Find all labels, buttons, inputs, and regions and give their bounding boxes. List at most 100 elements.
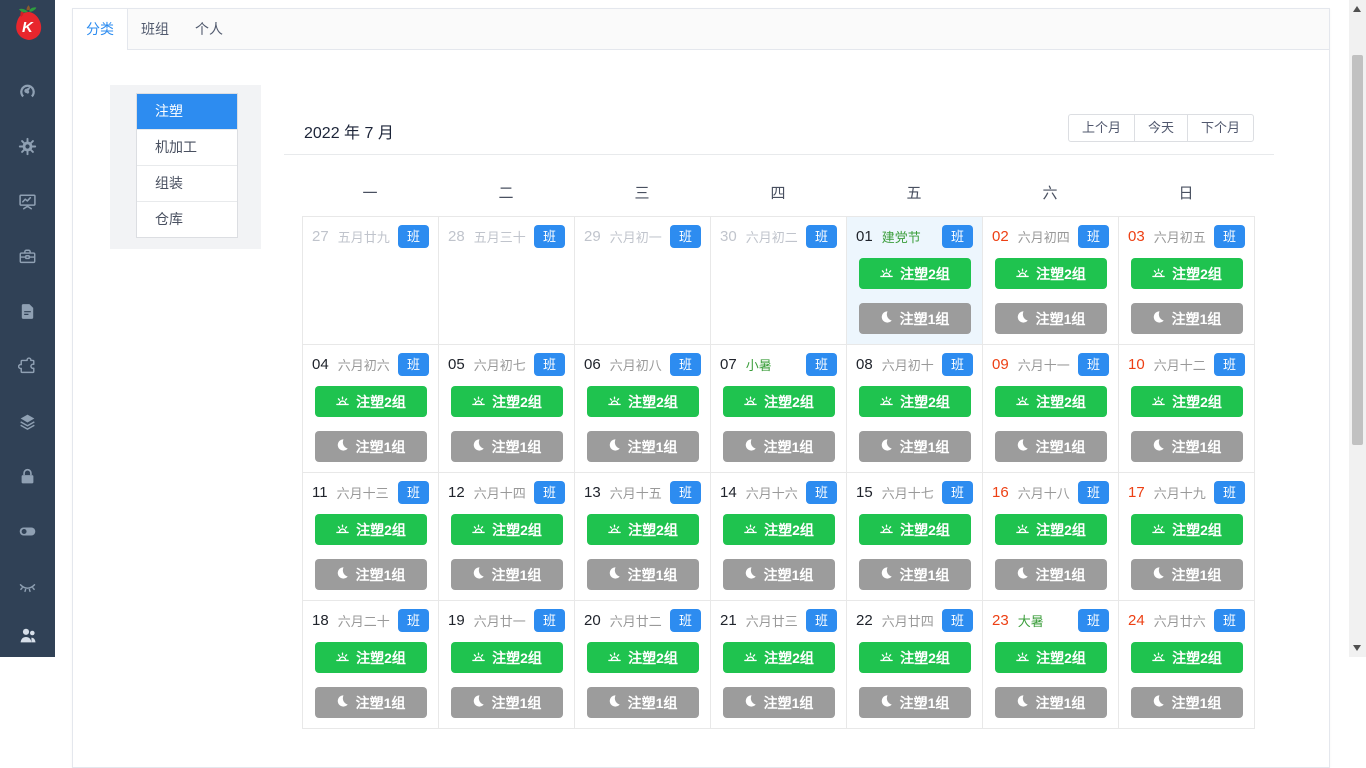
day-shift-button[interactable]: 注塑2组 bbox=[450, 386, 563, 417]
day-shift-button[interactable]: 注塑2组 bbox=[994, 642, 1107, 673]
calendar-cell[interactable]: 03 六月初五班注塑2组 注塑1组 bbox=[1119, 217, 1255, 345]
scroll-up-icon[interactable] bbox=[1353, 6, 1361, 12]
day-shift-button[interactable]: 注塑2组 bbox=[450, 642, 563, 673]
calendar-cell[interactable]: 04 六月初六班注塑2组 注塑1组 bbox=[303, 345, 439, 473]
day-shift-button[interactable]: 注塑2组 bbox=[586, 386, 699, 417]
prev-month-button[interactable]: 上个月 bbox=[1067, 114, 1135, 142]
night-shift-button[interactable]: 注塑1组 bbox=[722, 559, 835, 590]
sidebar-item-plugins[interactable] bbox=[0, 339, 55, 394]
night-shift-button[interactable]: 注塑1组 bbox=[586, 687, 699, 718]
night-shift-button[interactable]: 注塑1组 bbox=[1130, 687, 1243, 718]
day-shift-button[interactable]: 注塑2组 bbox=[722, 514, 835, 545]
night-shift-button[interactable]: 注塑1组 bbox=[994, 559, 1107, 590]
calendar-cell[interactable]: 17 六月十九班注塑2组 注塑1组 bbox=[1119, 473, 1255, 601]
calendar-cell[interactable]: 29 六月初一班 bbox=[575, 217, 711, 345]
calendar-cell[interactable]: 07 小暑 班注塑2组 注塑1组 bbox=[711, 345, 847, 473]
calendar-cell[interactable]: 18 六月二十班注塑2组 注塑1组 bbox=[303, 601, 439, 729]
night-shift-button[interactable]: 注塑1组 bbox=[586, 559, 699, 590]
day-shift-button[interactable]: 注塑2组 bbox=[722, 386, 835, 417]
calendar-cell[interactable]: 24 六月廿六班注塑2组 注塑1组 bbox=[1119, 601, 1255, 729]
sidebar-item-security[interactable] bbox=[0, 449, 55, 504]
day-shift-button[interactable]: 注塑2组 bbox=[1130, 386, 1243, 417]
calendar-cell[interactable]: 01 建党节 班注塑2组 注塑1组 bbox=[847, 217, 983, 345]
day-shift-button[interactable]: 注塑2组 bbox=[858, 514, 971, 545]
day-shift-button[interactable]: 注塑2组 bbox=[1130, 514, 1243, 545]
calendar-cell[interactable]: 28 五月三十班 bbox=[439, 217, 575, 345]
sidebar-item-monitor[interactable] bbox=[0, 174, 55, 229]
calendar-cell[interactable]: 21 六月廿三班注塑2组 注塑1组 bbox=[711, 601, 847, 729]
day-shift-button[interactable]: 注塑2组 bbox=[858, 258, 971, 289]
calendar-cell[interactable]: 02 六月初四班注塑2组 注塑1组 bbox=[983, 217, 1119, 345]
day-shift-button[interactable]: 注塑2组 bbox=[858, 642, 971, 673]
calendar-cell[interactable]: 16 六月十八班注塑2组 注塑1组 bbox=[983, 473, 1119, 601]
category-item-injection[interactable]: 注塑 bbox=[137, 94, 237, 130]
night-shift-button[interactable]: 注塑1组 bbox=[994, 687, 1107, 718]
scrollbar-thumb[interactable] bbox=[1352, 55, 1363, 445]
calendar-cell[interactable]: 22 六月廿四班注塑2组 注塑1组 bbox=[847, 601, 983, 729]
tab-personal[interactable]: 个人 bbox=[182, 9, 236, 49]
calendar-cell[interactable]: 20 六月廿二班注塑2组 注塑1组 bbox=[575, 601, 711, 729]
night-shift-button[interactable]: 注塑1组 bbox=[314, 559, 427, 590]
night-shift-button[interactable]: 注塑1组 bbox=[314, 431, 427, 462]
sidebar-item-documents[interactable] bbox=[0, 284, 55, 339]
day-shift-button[interactable]: 注塑2组 bbox=[722, 642, 835, 673]
scroll-down-icon[interactable] bbox=[1353, 645, 1361, 651]
day-shift-button[interactable]: 注塑2组 bbox=[450, 514, 563, 545]
night-shift-button[interactable]: 注塑1组 bbox=[1130, 431, 1243, 462]
category-item-warehouse[interactable]: 仓库 bbox=[137, 202, 237, 237]
today-button[interactable]: 今天 bbox=[1133, 114, 1188, 142]
calendar-cell[interactable]: 23 大暑 班注塑2组 注塑1组 bbox=[983, 601, 1119, 729]
day-shift-button[interactable]: 注塑2组 bbox=[314, 386, 427, 417]
day-shift-button[interactable]: 注塑2组 bbox=[994, 386, 1107, 417]
tab-category[interactable]: 分类 bbox=[72, 9, 128, 50]
calendar-cell[interactable]: 09 六月十一班注塑2组 注塑1组 bbox=[983, 345, 1119, 473]
night-shift-button[interactable]: 注塑1组 bbox=[858, 559, 971, 590]
scrollbar[interactable] bbox=[1349, 0, 1366, 657]
sidebar-item-settings[interactable] bbox=[0, 119, 55, 174]
night-shift-button[interactable]: 注塑1组 bbox=[1130, 559, 1243, 590]
day-shift-button[interactable]: 注塑2组 bbox=[1130, 642, 1243, 673]
calendar-cell[interactable]: 19 六月廿一班注塑2组 注塑1组 bbox=[439, 601, 575, 729]
night-shift-button[interactable]: 注塑1组 bbox=[1130, 303, 1243, 334]
day-shift-button[interactable]: 注塑2组 bbox=[314, 642, 427, 673]
sidebar-item-toolbox[interactable] bbox=[0, 229, 55, 284]
calendar-cell[interactable]: 15 六月十七班注塑2组 注塑1组 bbox=[847, 473, 983, 601]
day-shift-button[interactable]: 注塑2组 bbox=[314, 514, 427, 545]
category-item-machining[interactable]: 机加工 bbox=[137, 130, 237, 166]
calendar-cell[interactable]: 06 六月初八班注塑2组 注塑1组 bbox=[575, 345, 711, 473]
day-shift-button[interactable]: 注塑2组 bbox=[1130, 258, 1243, 289]
sidebar-item-dashboard[interactable] bbox=[0, 64, 55, 119]
category-item-assembly[interactable]: 组装 bbox=[137, 166, 237, 202]
calendar-cell[interactable]: 05 六月初七班注塑2组 注塑1组 bbox=[439, 345, 575, 473]
sidebar-item-switch[interactable] bbox=[0, 504, 55, 559]
calendar-cell[interactable]: 12 六月十四班注塑2组 注塑1组 bbox=[439, 473, 575, 601]
calendar-cell[interactable]: 14 六月十六班注塑2组 注塑1组 bbox=[711, 473, 847, 601]
sidebar-item-users[interactable] bbox=[0, 608, 55, 663]
calendar-cell[interactable]: 30 六月初二班 bbox=[711, 217, 847, 345]
calendar-cell[interactable]: 13 六月十五班注塑2组 注塑1组 bbox=[575, 473, 711, 601]
calendar-cell[interactable]: 11 六月十三班注塑2组 注塑1组 bbox=[303, 473, 439, 601]
night-shift-button[interactable]: 注塑1组 bbox=[450, 559, 563, 590]
calendar-cell[interactable]: 10 六月十二班注塑2组 注塑1组 bbox=[1119, 345, 1255, 473]
calendar-cell[interactable]: 27 五月廿九班 bbox=[303, 217, 439, 345]
day-shift-button[interactable]: 注塑2组 bbox=[994, 514, 1107, 545]
night-shift-button[interactable]: 注塑1组 bbox=[722, 431, 835, 462]
night-shift-button[interactable]: 注塑1组 bbox=[586, 431, 699, 462]
night-shift-button[interactable]: 注塑1组 bbox=[722, 687, 835, 718]
sidebar-item-layers[interactable] bbox=[0, 394, 55, 449]
night-shift-button[interactable]: 注塑1组 bbox=[450, 687, 563, 718]
night-shift-button[interactable]: 注塑1组 bbox=[858, 687, 971, 718]
night-shift-button[interactable]: 注塑1组 bbox=[314, 687, 427, 718]
night-shift-button[interactable]: 注塑1组 bbox=[858, 431, 971, 462]
day-shift-button[interactable]: 注塑2组 bbox=[586, 642, 699, 673]
day-shift-button[interactable]: 注塑2组 bbox=[994, 258, 1107, 289]
next-month-button[interactable]: 下个月 bbox=[1186, 114, 1254, 142]
sidebar-item-privacy[interactable] bbox=[0, 559, 55, 614]
day-shift-button[interactable]: 注塑2组 bbox=[858, 386, 971, 417]
night-shift-button[interactable]: 注塑1组 bbox=[858, 303, 971, 334]
night-shift-button[interactable]: 注塑1组 bbox=[450, 431, 563, 462]
night-shift-button[interactable]: 注塑1组 bbox=[994, 303, 1107, 334]
night-shift-button[interactable]: 注塑1组 bbox=[994, 431, 1107, 462]
tab-team[interactable]: 班组 bbox=[128, 9, 182, 49]
calendar-cell[interactable]: 08 六月初十班注塑2组 注塑1组 bbox=[847, 345, 983, 473]
